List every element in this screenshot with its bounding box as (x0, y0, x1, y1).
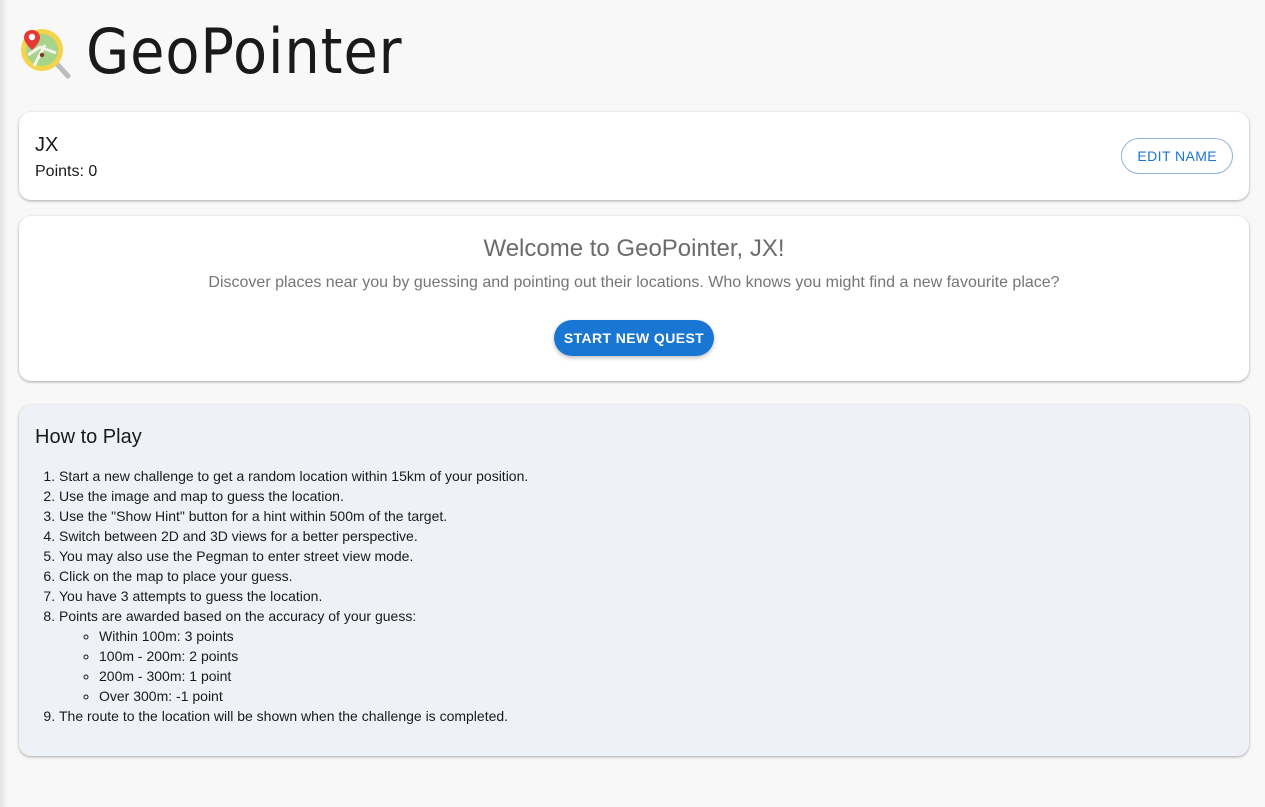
list-item-scoring: Points are awarded based on the accuracy… (59, 606, 528, 706)
scoring-item: 100m - 200m: 2 points (99, 646, 528, 666)
scoring-item: Over 300m: -1 point (99, 686, 528, 706)
scoring-list: Within 100m: 3 points 100m - 200m: 2 poi… (59, 626, 528, 706)
scoring-item: 200m - 300m: 1 point (99, 666, 528, 686)
start-new-quest-button[interactable]: START NEW QUEST (554, 320, 714, 356)
map-search-icon (21, 29, 71, 79)
scoring-intro: Points are awarded based on the accuracy… (59, 608, 417, 624)
welcome-card: Welcome to GeoPointer, JX! Discover plac… (19, 216, 1249, 381)
user-points: Points: 0 (35, 163, 98, 180)
edit-name-button[interactable]: EDIT NAME (1121, 138, 1233, 174)
list-item: Start a new challenge to get a random lo… (59, 466, 528, 486)
scoring-item: Within 100m: 3 points (99, 626, 528, 646)
list-item: Click on the map to place your guess. (59, 566, 528, 586)
app-header: GeoPointer (18, 14, 438, 90)
user-name: JX (35, 134, 59, 156)
user-card: JX Points: 0 EDIT NAME (19, 112, 1249, 200)
app-title: GeoPointer (86, 15, 403, 88)
instructions-list: Start a new challenge to get a random lo… (35, 466, 528, 726)
list-item: You have 3 attempts to guess the locatio… (59, 586, 528, 606)
page-edge-shadow (0, 0, 8, 807)
how-to-play-card: How to Play Start a new challenge to get… (19, 405, 1249, 756)
how-to-play-title: How to Play (35, 426, 142, 448)
welcome-description: Discover places near you by guessing and… (208, 274, 1060, 291)
list-item: You may also use the Pegman to enter str… (59, 546, 528, 566)
list-item: Use the image and map to guess the locat… (59, 486, 528, 506)
list-item: The route to the location will be shown … (59, 706, 528, 726)
welcome-title: Welcome to GeoPointer, JX! (483, 235, 785, 262)
list-item: Use the "Show Hint" button for a hint wi… (59, 506, 528, 526)
list-item: Switch between 2D and 3D views for a bet… (59, 526, 528, 546)
